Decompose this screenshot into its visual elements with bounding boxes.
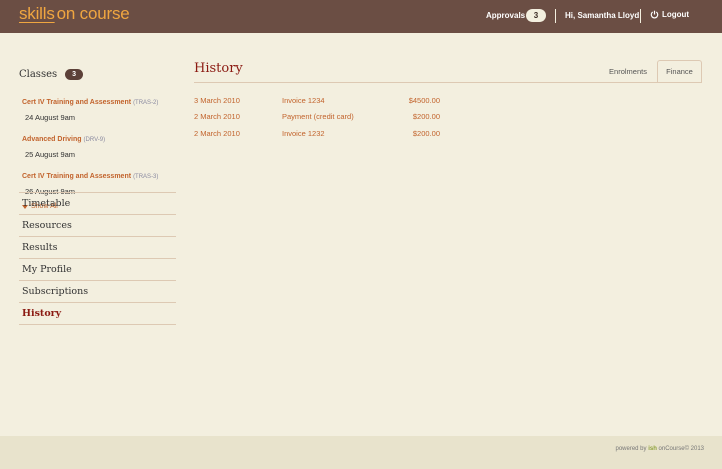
- class-item[interactable]: Advanced Driving (DRV-9) 25 August 9am: [22, 128, 176, 159]
- class-name-link[interactable]: Cert IV Training and Assessment: [22, 99, 131, 106]
- power-icon: [650, 10, 659, 19]
- sidebar-item-history[interactable]: History: [19, 303, 176, 325]
- class-date: 24 August 9am: [25, 113, 76, 122]
- sidebar-item-subscriptions[interactable]: Subscriptions: [19, 281, 176, 303]
- table-row: 2 March 2010 Invoice 1232 $200.00: [194, 129, 440, 141]
- tab-finance[interactable]: Finance: [657, 60, 702, 83]
- skills-on-course-logo[interactable]: skills on course: [19, 4, 130, 24]
- sidebar-item-resources[interactable]: Resources: [19, 215, 176, 237]
- class-date: 25 August 9am: [25, 150, 76, 159]
- row-description[interactable]: Invoice 1234: [282, 96, 325, 105]
- class-name-link[interactable]: Advanced Driving: [22, 136, 82, 143]
- row-date: 2 March 2010: [194, 112, 240, 121]
- title-divider: [194, 82, 702, 83]
- class-name-link[interactable]: Cert IV Training and Assessment: [22, 173, 131, 180]
- logout-button[interactable]: Logout: [650, 10, 689, 19]
- user-greeting[interactable]: Hi, Samantha Lloyd: [565, 11, 639, 20]
- table-row: 2 March 2010 Payment (credit card) $200.…: [194, 112, 440, 124]
- sidebar: Classes 3 Cert IV Training and Assessmen…: [19, 64, 176, 210]
- footer: powered by ish onCourse© 2013: [0, 436, 722, 469]
- row-amount: $200.00: [412, 129, 440, 138]
- sidebar-item-timetable[interactable]: Timetable: [19, 193, 176, 215]
- table-row: 3 March 2010 Invoice 1234 $4500.00: [194, 96, 440, 108]
- tab-enrolments[interactable]: Enrolments: [600, 60, 656, 83]
- sidebar-item-my-profile[interactable]: My Profile: [19, 259, 176, 281]
- brand-ish: ish: [648, 446, 657, 452]
- powered-by[interactable]: powered by ish onCourse© 2013: [616, 446, 705, 452]
- approvals-link[interactable]: Approvals: [486, 11, 525, 20]
- header-divider: [640, 9, 641, 23]
- copyright: © 2013: [684, 446, 704, 452]
- logo-text-skills: skills: [19, 4, 55, 23]
- row-date: 3 March 2010: [194, 96, 240, 105]
- class-code: (TRAS-2): [133, 100, 159, 106]
- classes-title: Classes: [19, 68, 58, 80]
- sidebar-nav: Timetable Resources Results My Profile S…: [19, 192, 176, 325]
- row-date: 2 March 2010: [194, 129, 240, 138]
- classes-header: Classes 3: [19, 64, 176, 84]
- row-description[interactable]: Payment (credit card): [282, 112, 354, 121]
- class-code: (TRAS-3): [133, 174, 159, 180]
- top-header: skills on course Approvals 3 Hi, Samantha…: [0, 0, 722, 33]
- row-amount: $200.00: [412, 112, 440, 121]
- logout-label: Logout: [662, 10, 690, 19]
- class-item[interactable]: Cert IV Training and Assessment (TRAS-2) …: [22, 91, 176, 122]
- classes-count-badge: 3: [65, 68, 84, 80]
- approvals-count-badge[interactable]: 3: [526, 9, 546, 22]
- class-code: (DRV-9): [83, 137, 106, 143]
- logo-text-on-course: on course: [56, 4, 130, 23]
- powered-by-prefix: powered by: [615, 446, 647, 452]
- brand-oncourse: onCourse: [658, 446, 685, 452]
- row-description[interactable]: Invoice 1232: [282, 129, 325, 138]
- sidebar-item-results[interactable]: Results: [19, 237, 176, 259]
- page-title: History: [194, 61, 243, 76]
- header-divider: [555, 9, 556, 23]
- row-amount: $4500.00: [408, 96, 440, 105]
